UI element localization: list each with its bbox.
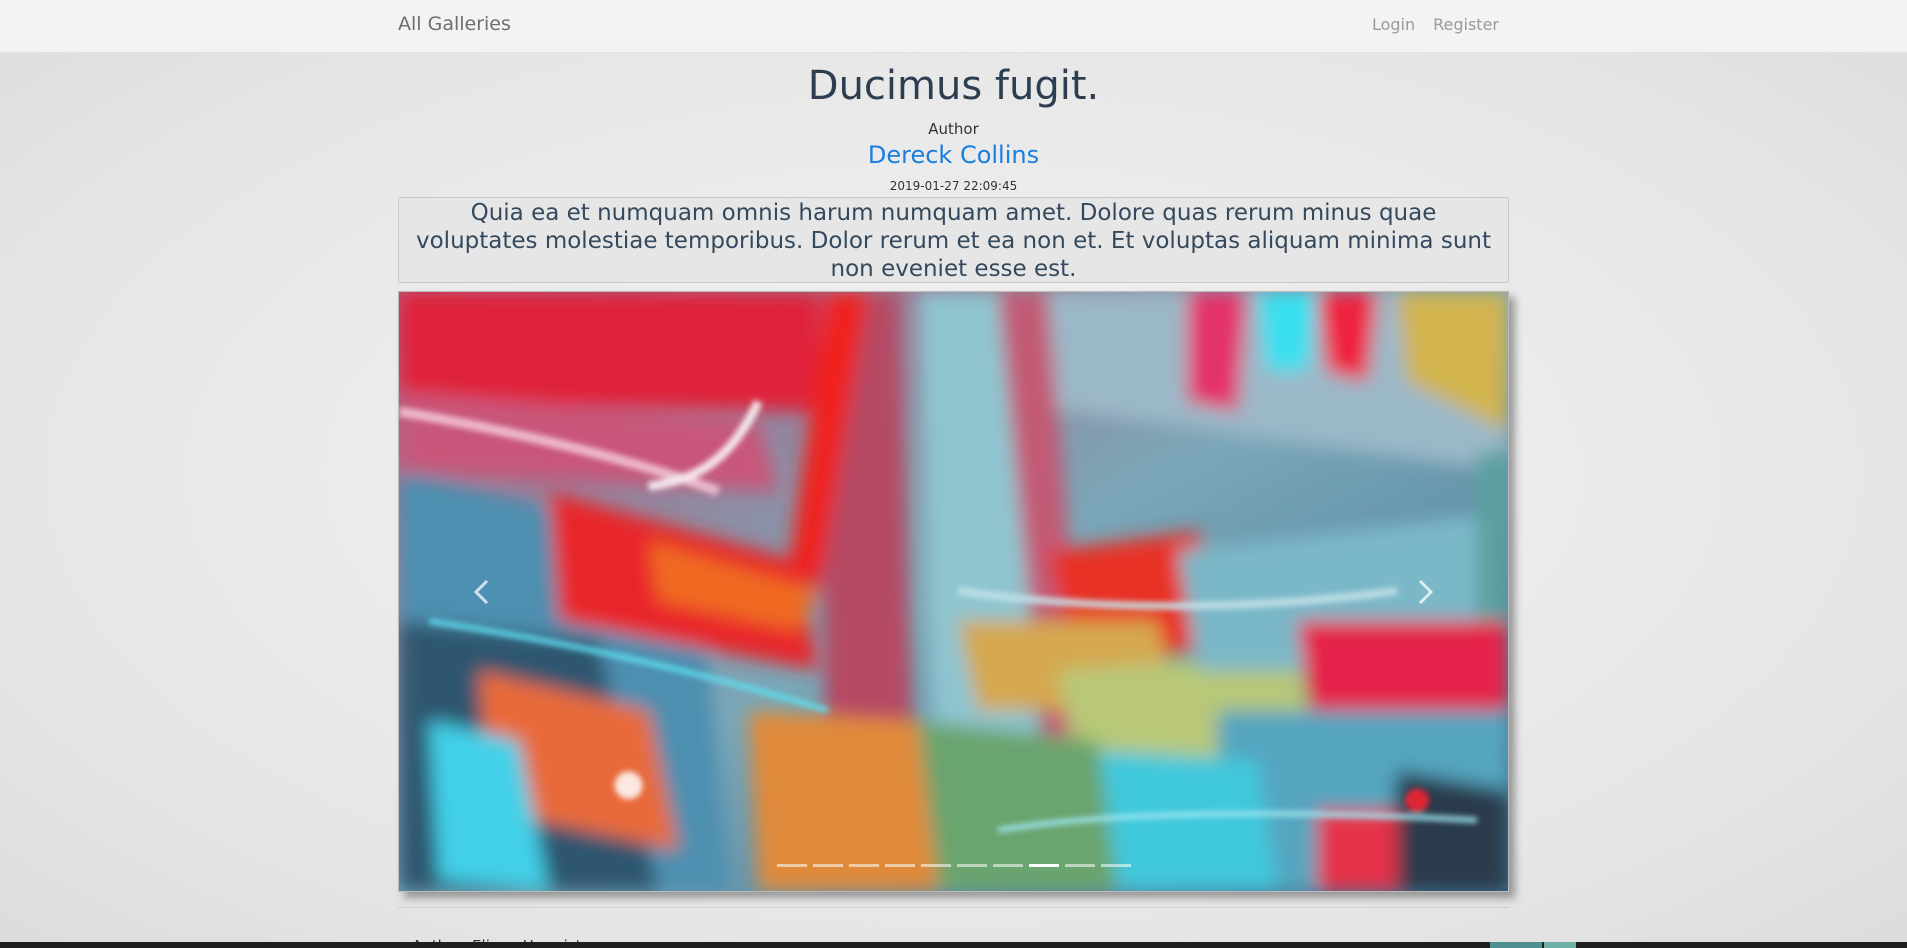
gallery-title: Ducimus fugit. [807, 63, 1100, 109]
taskbar [0, 942, 1907, 948]
top-navbar: All Galleries Login Register [0, 0, 1907, 53]
carousel-indicator[interactable] [920, 864, 951, 867]
carousel-indicators [399, 864, 1508, 867]
chevron-left-icon [473, 579, 489, 605]
carousel-prev-control[interactable] [451, 562, 511, 622]
taskbar-item[interactable] [1490, 942, 1542, 948]
all-galleries-link[interactable]: All Galleries [398, 13, 511, 35]
gallery-container: Ducimus fugit. Author Dereck Collins 201… [398, 53, 1509, 948]
gallery-description: Quia ea et numquam omnis harum numquam a… [398, 197, 1509, 283]
carousel-indicator[interactable] [776, 864, 807, 867]
carousel-indicator[interactable] [956, 864, 987, 867]
gallery-date: 2019-01-27 22:09:45 [889, 179, 1018, 193]
section-divider [398, 907, 1509, 908]
carousel-indicator[interactable] [992, 864, 1023, 867]
chevron-right-icon [1418, 579, 1434, 605]
auth-links: Login Register [1372, 15, 1499, 34]
carousel-slide-image [399, 292, 1508, 891]
carousel-indicator[interactable] [848, 864, 879, 867]
author-label: Author [928, 120, 979, 138]
image-carousel[interactable] [398, 291, 1509, 892]
carousel-indicator[interactable] [812, 864, 843, 867]
author-link[interactable]: Dereck Collins [398, 139, 1509, 171]
carousel-indicator[interactable] [1028, 864, 1059, 867]
carousel-indicator[interactable] [1100, 864, 1131, 867]
taskbar-item[interactable] [1544, 942, 1576, 948]
carousel-indicator[interactable] [884, 864, 915, 867]
carousel-next-control[interactable] [1396, 562, 1456, 622]
register-link[interactable]: Register [1433, 15, 1499, 34]
carousel-indicator[interactable] [1064, 864, 1095, 867]
login-link[interactable]: Login [1372, 15, 1415, 34]
